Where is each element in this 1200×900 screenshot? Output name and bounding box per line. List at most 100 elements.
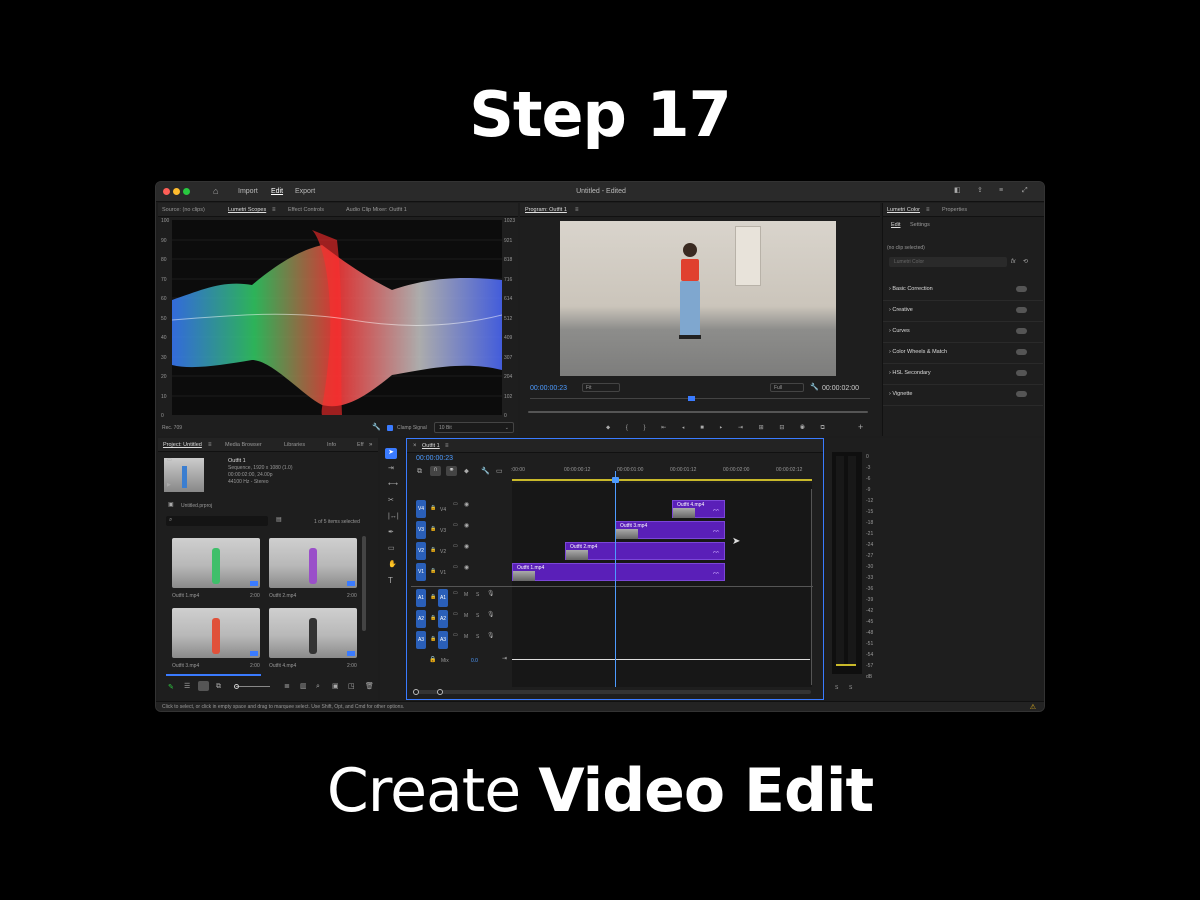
track-source-a2[interactable]: A2	[416, 610, 426, 628]
track-target-v1[interactable]: V1	[416, 563, 426, 581]
lumetri-section[interactable]: › Basic Correction	[883, 281, 1043, 301]
work-area-bar[interactable]	[512, 479, 812, 481]
mute-button[interactable]: M	[464, 634, 468, 640]
project-item-thumbnail[interactable]	[269, 538, 357, 588]
tab-properties[interactable]: Properties	[942, 207, 967, 213]
pencil-icon[interactable]: ✎	[168, 683, 174, 691]
solo-right[interactable]: S	[849, 685, 852, 691]
track-target-v3[interactable]: V3	[416, 521, 426, 539]
menu-edit[interactable]: Edit	[271, 188, 283, 195]
lumetri-section[interactable]: › Curves	[883, 323, 1043, 343]
lock-icon[interactable]: 🔒	[430, 595, 436, 600]
sync-lock-icon[interactable]: ▭	[453, 565, 458, 570]
track-source-a3[interactable]: A3	[416, 631, 426, 649]
project-item-thumbnail[interactable]	[269, 608, 357, 658]
wrench-icon[interactable]: 🔧	[372, 424, 381, 431]
mix-level-line[interactable]	[512, 659, 810, 660]
resolution-select[interactable]: Full	[770, 383, 804, 392]
freeform-view-icon[interactable]: ⧉	[216, 683, 221, 690]
tab-program[interactable]: Program: Outfit 1	[525, 207, 567, 213]
timeline-clip[interactable]: Outfit 4.mp4 ᨓ	[672, 500, 725, 518]
menu-import[interactable]: Import	[238, 188, 258, 195]
wrench-icon[interactable]: 🔧	[810, 384, 819, 391]
timeline-clip[interactable]: Outfit 2.mp4 ᨓ	[565, 542, 725, 560]
lumetri-section[interactable]: › Creative	[883, 302, 1043, 322]
tab-info[interactable]: Info	[327, 442, 336, 448]
timeline-vertical-scrollbar[interactable]	[811, 489, 815, 685]
track-target-a1[interactable]: A1	[438, 589, 448, 607]
clamp-signal-checkbox[interactable]	[387, 425, 393, 431]
lumetri-section[interactable]: › HSL Secondary	[883, 365, 1043, 385]
slip-tool-icon[interactable]: |↔|	[388, 513, 399, 520]
linked-selection-icon[interactable]: ⚭	[446, 466, 457, 476]
scroll-handle-right[interactable]	[437, 689, 443, 695]
tab-libraries[interactable]: Libraries	[284, 442, 305, 448]
pen-tool-icon[interactable]: ✒	[388, 529, 394, 536]
lumetri-section-toggle[interactable]	[1016, 349, 1027, 355]
track-source-a1[interactable]: A1	[416, 589, 426, 607]
eye-icon[interactable]: ◉	[464, 502, 469, 508]
panel-menu-icon[interactable]: ≡	[208, 442, 212, 448]
razor-tool-icon[interactable]: ✂	[388, 497, 394, 504]
solo-button[interactable]: S	[476, 592, 479, 598]
tab-lumetri-scopes[interactable]: Lumetri Scopes	[228, 207, 266, 213]
playhead-handle[interactable]	[612, 477, 619, 483]
microphone-icon[interactable]: 🎙	[487, 612, 495, 618]
lumetri-section-toggle[interactable]	[1016, 307, 1027, 313]
track-target-v4[interactable]: V4	[416, 500, 426, 518]
bit-depth-select[interactable]: 10 Bit ⌄	[434, 422, 514, 433]
solo-button[interactable]: S	[476, 613, 479, 619]
sync-lock-icon[interactable]: ▭	[453, 591, 458, 596]
mix-value[interactable]: 0.0	[471, 658, 478, 664]
timeline-timecode[interactable]: 00:00:00:23	[416, 455, 453, 462]
hand-tool-icon[interactable]: ✋	[388, 561, 397, 568]
lock-icon[interactable]: 🔒	[430, 506, 436, 511]
program-timecode[interactable]: 00:00:00:23	[530, 385, 567, 392]
solo-button[interactable]: S	[476, 634, 479, 640]
track-select-tool-icon[interactable]: ⇥	[388, 465, 394, 472]
project-search-input[interactable]: ⌕	[166, 516, 268, 526]
transport-controls[interactable]: ⬥ { } ⇤ ◂ ■ ▸ ⇥ ⊞ ⊟ ◉ ⧉	[606, 424, 832, 432]
mute-button[interactable]: M	[464, 592, 468, 598]
solo-left[interactable]: S	[835, 685, 838, 691]
playhead-line[interactable]	[615, 471, 616, 687]
tab-project[interactable]: Project: Untitled	[163, 442, 202, 448]
panel-menu-icon[interactable]: ≡	[445, 443, 449, 449]
sort-icon[interactable]: ≣	[284, 683, 290, 690]
selection-tool-icon[interactable]: ➤	[385, 448, 397, 459]
add-button-icon[interactable]: +	[858, 423, 863, 432]
project-item-name[interactable]: Outfit 2.mp4	[269, 593, 296, 599]
lumetri-section[interactable]: › Vignette	[883, 386, 1043, 406]
new-bin-icon[interactable]: ▤	[276, 517, 282, 523]
nest-icon[interactable]: ⧉	[417, 468, 422, 475]
sync-lock-icon[interactable]: ▭	[453, 544, 458, 549]
lumetri-section-toggle[interactable]	[1016, 286, 1027, 292]
panel-menu-icon[interactable]: ≡	[272, 207, 276, 213]
subtab-settings[interactable]: Settings	[910, 222, 930, 228]
zoom-slider[interactable]	[236, 686, 270, 687]
lock-icon[interactable]: 🔒	[430, 527, 436, 532]
sync-lock-icon[interactable]: ▭	[453, 523, 458, 528]
ripple-edit-tool-icon[interactable]: ⟷	[388, 481, 398, 488]
timeline-horizontal-scrollbar[interactable]	[415, 690, 811, 694]
panel-menu-icon[interactable]: ≡	[575, 207, 579, 213]
zoom-select[interactable]: Fit	[582, 383, 620, 392]
close-tab-icon[interactable]: ×	[413, 443, 417, 449]
lumetri-section-toggle[interactable]	[1016, 370, 1027, 376]
tab-effects[interactable]: Eff	[357, 442, 364, 448]
tab-source[interactable]: Source: (no clips)	[162, 207, 205, 213]
project-item-thumbnail[interactable]	[172, 538, 260, 588]
subtab-edit[interactable]: Edit	[891, 222, 900, 228]
timeline-clip[interactable]: Outfit 1.mp4 ᨓ	[512, 563, 725, 581]
microphone-icon[interactable]: 🎙	[487, 633, 495, 639]
close-window-button[interactable]	[163, 188, 170, 195]
scroll-handle-left[interactable]	[413, 689, 419, 695]
snap-icon[interactable]: ∩	[430, 466, 441, 476]
panel-menu-icon[interactable]: ≡	[926, 207, 930, 213]
project-scrollbar[interactable]	[362, 536, 366, 631]
lumetri-preset-dropdown[interactable]: Lumetri Color	[889, 257, 1007, 267]
rectangle-tool-icon[interactable]: ▭	[388, 545, 395, 552]
playhead-marker[interactable]	[688, 396, 695, 401]
lock-icon[interactable]: 🔒	[429, 657, 436, 663]
sync-lock-icon[interactable]: ▭	[453, 633, 458, 638]
